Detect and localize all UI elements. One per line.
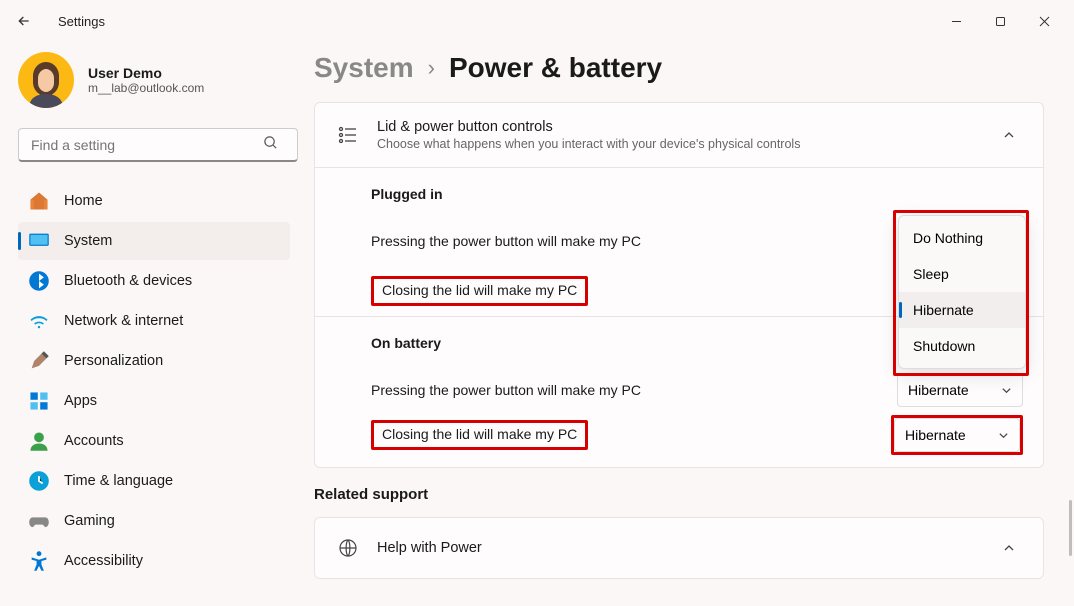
dropdown-option-sleep[interactable]: Sleep [899, 256, 1025, 292]
collapse-button[interactable] [995, 534, 1023, 562]
chevron-right-icon: › [428, 55, 435, 81]
section-plugged-title: Plugged in [371, 168, 1043, 216]
setting-battery-power-button: Pressing the power button will make my P… [371, 365, 1043, 415]
search-icon [263, 135, 278, 155]
sidebar-item-system[interactable]: System [18, 222, 290, 260]
breadcrumb: System › Power & battery [314, 52, 1044, 84]
personalization-icon [28, 352, 50, 370]
breadcrumb-parent[interactable]: System [314, 52, 414, 84]
sidebar-item-accessibility[interactable]: Accessibility [18, 542, 290, 580]
lid-power-card: Lid & power button controls Choose what … [314, 102, 1044, 468]
profile-email: m__lab@outlook.com [88, 81, 204, 95]
page-title: Power & battery [449, 52, 662, 84]
highlighted-label: Closing the lid will make my PC [371, 420, 588, 450]
profile-block[interactable]: User Demo m__lab@outlook.com [18, 52, 290, 108]
related-support-title: Related support [314, 486, 1044, 503]
highlighted-dropdown: Hibernate [891, 415, 1023, 455]
sidebar-item-time[interactable]: Time & language [18, 462, 290, 500]
sidebar-item-apps[interactable]: Apps [18, 382, 290, 420]
setting-label: Closing the lid will make my PC [382, 426, 577, 442]
highlighted-label: Closing the lid will make my PC [371, 276, 588, 306]
dropdown-value: Hibernate [905, 427, 966, 443]
sidebar-item-gaming[interactable]: Gaming [18, 502, 290, 540]
sidebar-item-label: Accessibility [64, 553, 143, 569]
sidebar-item-label: Home [64, 193, 103, 209]
setting-label: Pressing the power button will make my P… [371, 382, 641, 398]
sidebar-item-label: Personalization [64, 353, 163, 369]
bluetooth-icon [28, 272, 50, 290]
gaming-icon [28, 512, 50, 530]
collapse-button[interactable] [995, 121, 1023, 149]
sidebar-item-label: Bluetooth & devices [64, 273, 192, 289]
setting-label: Pressing the power button will make my P… [371, 233, 641, 249]
sidebar-item-label: Network & internet [64, 313, 183, 329]
sidebar-item-personalization[interactable]: Personalization [18, 342, 290, 380]
main-content: System › Power & battery Lid & power but… [300, 42, 1074, 606]
avatar [18, 52, 74, 108]
dropdown-battery-power[interactable]: Hibernate [897, 373, 1023, 407]
chevron-down-icon [998, 430, 1009, 441]
sidebar-item-label: Apps [64, 393, 97, 409]
sidebar-item-accounts[interactable]: Accounts [18, 422, 290, 460]
help-title: Help with Power [377, 540, 995, 556]
sidebar-nav: Home System Bluetooth & devices Network … [18, 182, 290, 582]
sidebar-item-home[interactable]: Home [18, 182, 290, 220]
sidebar-item-label: Gaming [64, 513, 115, 529]
setting-plugged-lid: Closing the lid will make my PC Do Nothi… [371, 266, 1043, 316]
home-icon [28, 192, 50, 210]
sidebar-item-bluetooth[interactable]: Bluetooth & devices [18, 262, 290, 300]
network-icon [28, 312, 50, 330]
apps-icon [28, 392, 50, 410]
card-subtitle: Choose what happens when you interact wi… [377, 137, 995, 151]
window-title: Settings [58, 14, 105, 29]
setting-label: Closing the lid will make my PC [382, 282, 577, 298]
help-card[interactable]: Help with Power [314, 517, 1044, 579]
card-header[interactable]: Lid & power button controls Choose what … [315, 103, 1043, 167]
dropdown-menu: Do Nothing Sleep Hibernate Shutdown [898, 215, 1026, 369]
dropdown-option-hibernate[interactable]: Hibernate [899, 292, 1025, 328]
dropdown-option-shutdown[interactable]: Shutdown [899, 328, 1025, 364]
card-title: Lid & power button controls [377, 119, 995, 135]
list-settings-icon [335, 126, 361, 144]
close-button[interactable] [1022, 5, 1066, 37]
minimize-button[interactable] [934, 5, 978, 37]
back-button[interactable] [8, 5, 40, 37]
sidebar-item-label: System [64, 233, 112, 249]
sidebar-item-label: Time & language [64, 473, 173, 489]
setting-battery-lid: Closing the lid will make my PC Hibernat… [371, 415, 1043, 467]
maximize-button[interactable] [978, 5, 1022, 37]
scrollbar-thumb[interactable] [1069, 500, 1072, 556]
sidebar-item-label: Accounts [64, 433, 124, 449]
accounts-icon [28, 432, 50, 450]
sidebar-item-network[interactable]: Network & internet [18, 302, 290, 340]
globe-icon [335, 538, 361, 558]
search-box[interactable] [18, 128, 290, 162]
profile-name: User Demo [88, 65, 204, 81]
chevron-down-icon [1001, 385, 1012, 396]
dropdown-battery-lid[interactable]: Hibernate [894, 418, 1020, 452]
search-input[interactable] [18, 128, 298, 162]
dropdown-value: Hibernate [908, 382, 969, 398]
accessibility-icon [28, 552, 50, 570]
time-icon [28, 472, 50, 490]
dropdown-option-do-nothing[interactable]: Do Nothing [899, 220, 1025, 256]
system-icon [28, 232, 50, 250]
